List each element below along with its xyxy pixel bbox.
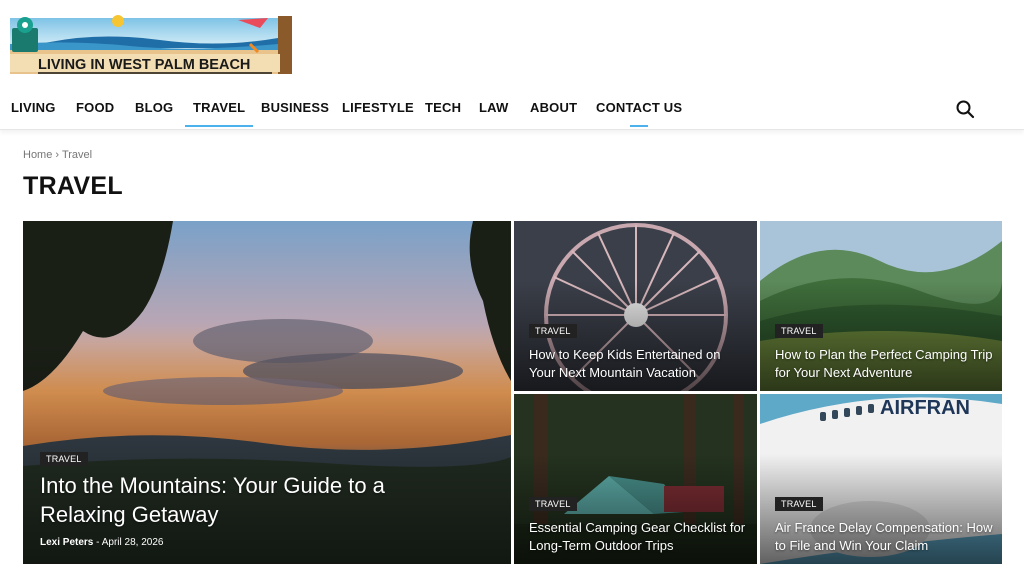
article-meta: Lexi Peters - April 28, 2026	[40, 537, 163, 548]
logo-text: LIVING IN WEST PALM BEACH	[38, 57, 250, 73]
nav-item-law[interactable]: LAW	[479, 93, 508, 127]
category-badge[interactable]: TRAVEL	[529, 497, 577, 511]
meta-separator: -	[96, 537, 100, 548]
main-navigation: LIVING FOOD BLOG TRAVEL BUSINESS LIFESTY…	[0, 93, 1024, 130]
page-title: TRAVEL	[23, 172, 123, 200]
article-card[interactable]: TRAVEL How to Plan the Perfect Camping T…	[760, 221, 1002, 391]
nav-item-food[interactable]: FOOD	[76, 93, 114, 127]
nav-item-lifestyle[interactable]: LIFESTYLE	[342, 93, 414, 127]
nav-item-blog[interactable]: BLOG	[135, 93, 173, 127]
category-badge[interactable]: TRAVEL	[529, 324, 577, 338]
breadcrumb-current[interactable]: Travel	[62, 149, 92, 161]
breadcrumb-home[interactable]: Home	[23, 149, 52, 161]
nav-item-living[interactable]: LIVING	[11, 93, 56, 127]
article-author[interactable]: Lexi Peters	[40, 537, 93, 548]
article-title[interactable]: How to Plan the Perfect Camping Trip for…	[775, 346, 995, 382]
article-title[interactable]: Essential Camping Gear Checklist for Lon…	[529, 519, 749, 555]
nav-item-about[interactable]: ABOUT	[530, 93, 577, 127]
nav-item-tech[interactable]: TECH	[425, 93, 461, 127]
article-card[interactable]: TRAVEL How to Keep Kids Entertained on Y…	[514, 221, 757, 391]
search-button[interactable]	[955, 99, 975, 119]
article-card[interactable]: TRAVEL Essential Camping Gear Checklist …	[514, 394, 757, 564]
breadcrumb-separator: ›	[55, 149, 60, 161]
article-title[interactable]: How to Keep Kids Entertained on Your Nex…	[529, 346, 749, 382]
svg-text:AIRFRAN: AIRFRAN	[880, 397, 970, 419]
article-title[interactable]: Air France Delay Compensation: How to Fi…	[775, 519, 995, 555]
site-logo[interactable]: LIVING IN WEST PALM BEACH	[10, 14, 297, 76]
featured-article-card[interactable]: TRAVEL Into the Mountains: Your Guide to…	[23, 221, 511, 564]
search-icon	[956, 100, 975, 119]
article-date: April 28, 2026	[101, 537, 164, 548]
category-badge[interactable]: TRAVEL	[40, 452, 88, 466]
breadcrumb: Home › Travel	[23, 149, 92, 161]
article-title[interactable]: Into the Mountains: Your Guide to a Rela…	[40, 471, 460, 529]
nav-item-business[interactable]: BUSINESS	[261, 93, 329, 127]
nav-item-travel[interactable]: TRAVEL	[193, 93, 245, 127]
category-badge[interactable]: TRAVEL	[775, 324, 823, 338]
nav-item-contact-us[interactable]: CONTACT US	[596, 93, 682, 127]
category-badge[interactable]: TRAVEL	[775, 497, 823, 511]
article-card[interactable]: AIRFRAN TRAVEL Air France Delay Compensa…	[760, 394, 1002, 564]
